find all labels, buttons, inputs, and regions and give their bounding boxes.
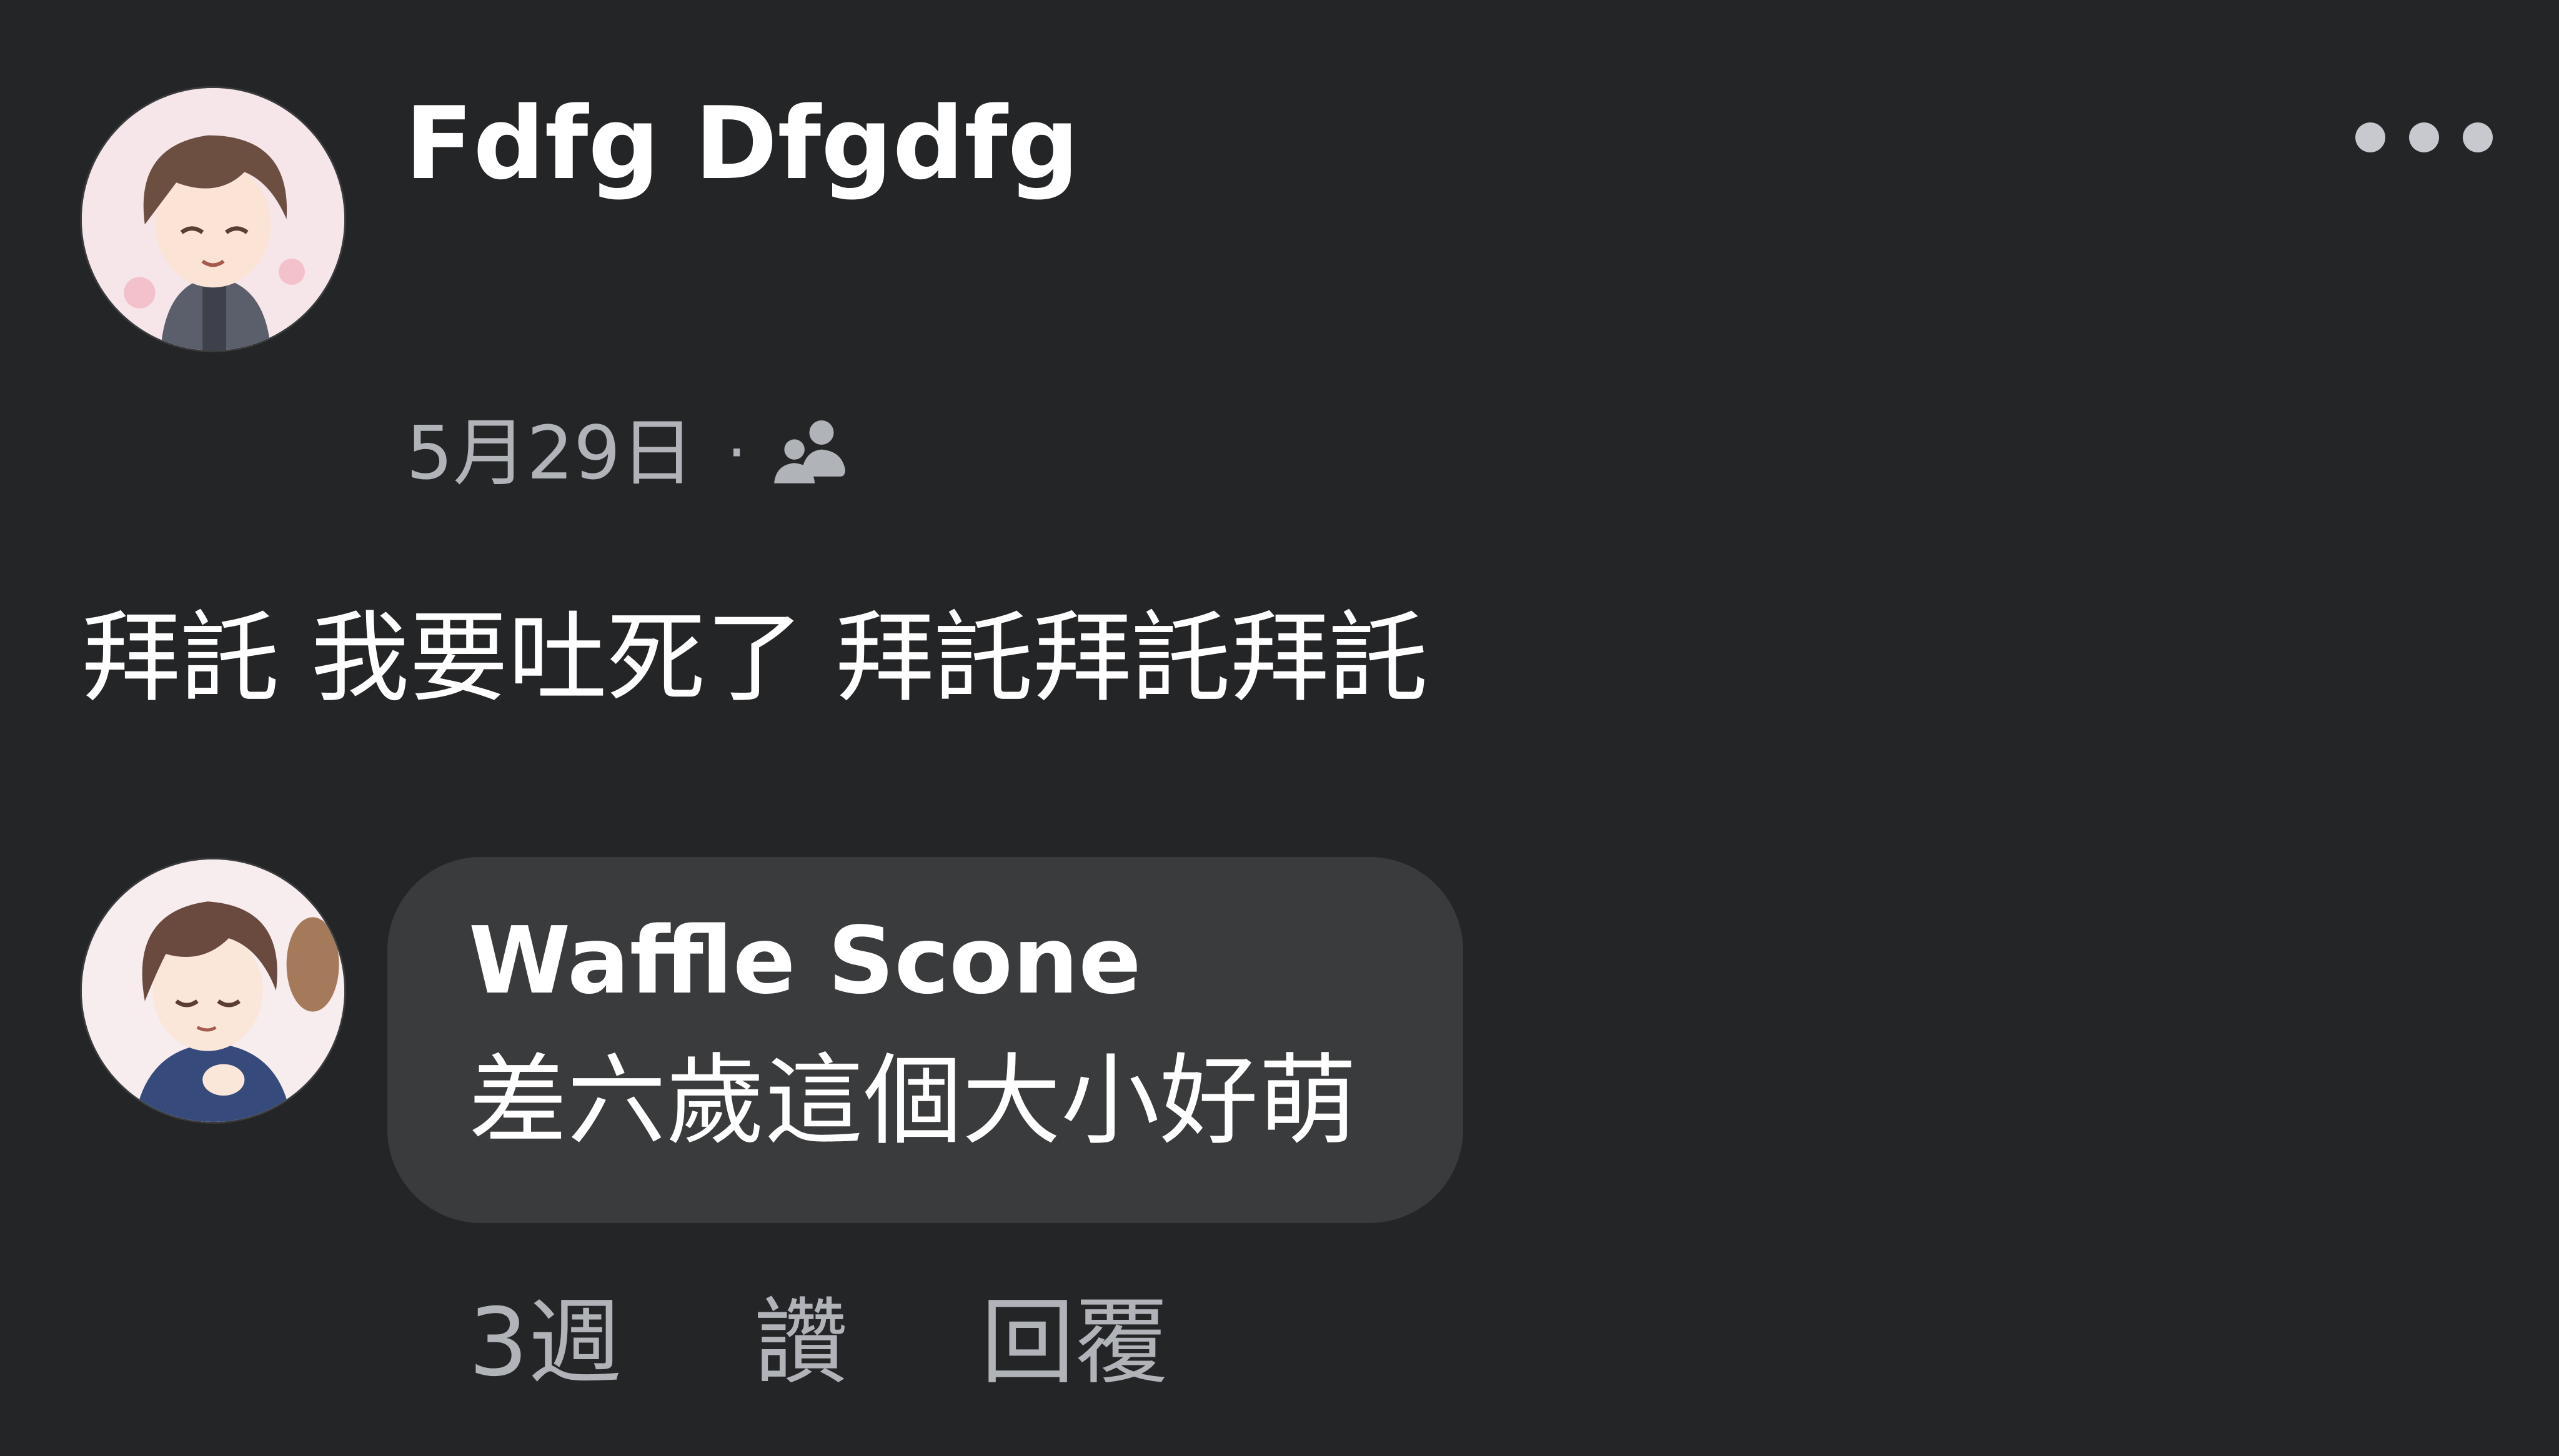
post-text: 拜託 我要吐死了 拜託拜託拜託 [82,601,1428,716]
meta-separator: · [727,416,747,489]
post-author-name[interactable]: Fdfg Dfgdfg [405,94,1079,194]
comment-actions: 3週 讚 回覆 [469,1296,1168,1390]
commenter-avatar-image [82,859,344,1122]
more-options-icon-dot [2409,122,2439,152]
comment-author-name[interactable]: Waffle Scone [469,914,1141,1007]
author-avatar[interactable] [82,88,344,350]
comment-text: 差六歲這個大小好萌 [469,1044,1357,1159]
author-avatar-image [82,88,344,350]
comment-time[interactable]: 3週 [469,1296,754,1390]
more-options-icon [2355,122,2385,152]
more-options-button[interactable] [2355,112,2493,162]
more-options-icon-dot [2463,122,2493,152]
post-date[interactable]: 5月29日 [406,416,694,490]
friends-icon[interactable] [769,412,850,493]
commenter-avatar[interactable] [82,859,344,1122]
post-meta: 5月29日 · [406,412,850,493]
comment-bubble: Waffle Scone 差六歲這個大小好萌 [387,857,1463,1223]
like-button[interactable]: 讚 [754,1296,981,1390]
reply-button[interactable]: 回覆 [981,1296,1168,1390]
